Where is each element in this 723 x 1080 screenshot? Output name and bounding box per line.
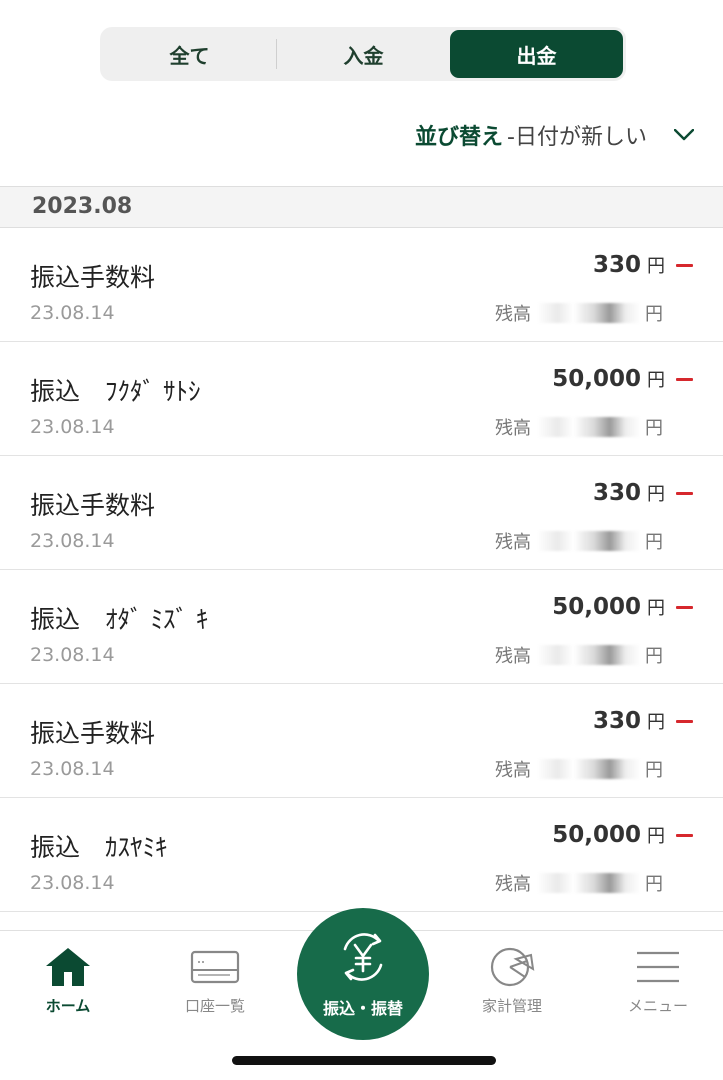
transaction-row[interactable]: 振込 ﾌｸﾀﾞ ｻﾄｼ 23.08.14 50,000 円 残高円 xyxy=(0,342,723,456)
balance-redacted xyxy=(537,417,641,437)
transaction-amount: 330 円 xyxy=(592,252,665,278)
minus-icon xyxy=(676,720,693,723)
minus-icon xyxy=(676,264,693,267)
transaction-list: 振込手数料 23.08.14 330 円 残高円 振込 ﾌｸﾀﾞ ｻﾄｼ 23.0… xyxy=(0,228,723,912)
transaction-row[interactable]: 振込手数料 23.08.14 330 円 残高円 xyxy=(0,228,723,342)
hamburger-menu-icon xyxy=(598,945,718,989)
tab-accounts[interactable]: 口座一覧 xyxy=(155,945,275,1016)
minus-icon xyxy=(676,492,693,495)
transaction-amount: 50,000 円 xyxy=(552,822,665,848)
transaction-date: 23.08.14 xyxy=(30,530,115,552)
transaction-amount: 330 円 xyxy=(592,708,665,734)
balance: 残高円 xyxy=(495,303,663,325)
transaction-row[interactable]: 振込 ｶｽﾔﾐｷ 23.08.14 50,000 円 残高円 xyxy=(0,798,723,912)
tab-accounts-label: 口座一覧 xyxy=(184,997,245,1015)
sort-label: 並び替え xyxy=(415,125,504,150)
balance-redacted xyxy=(537,531,641,551)
balance-redacted xyxy=(537,645,641,665)
transaction-date: 23.08.14 xyxy=(30,302,115,324)
tab-budget-label: 家計管理 xyxy=(481,997,542,1015)
transaction-row[interactable]: 振込手数料 23.08.14 330 円 残高円 xyxy=(0,456,723,570)
transaction-name: 振込 ｵﾀﾞ ﾐｽﾞ ｷ xyxy=(30,605,209,634)
balance: 残高円 xyxy=(495,759,663,781)
tab-withdrawal[interactable]: 出金 xyxy=(450,30,623,78)
tab-menu-label: メニュー xyxy=(627,997,688,1015)
tab-deposit[interactable]: 入金 xyxy=(277,30,450,78)
card-icon xyxy=(155,945,275,989)
tab-budget[interactable]: 家計管理 xyxy=(452,945,572,1016)
transaction-name: 振込手数料 xyxy=(30,263,156,292)
home-icon xyxy=(8,945,128,989)
transaction-name: 振込手数料 xyxy=(30,491,156,520)
balance: 残高円 xyxy=(495,417,663,439)
tab-all[interactable]: 全て xyxy=(103,30,276,78)
tab-home-label: ホーム xyxy=(45,997,91,1015)
sort-value: -日付が新しい xyxy=(507,125,647,150)
transaction-date: 23.08.14 xyxy=(30,872,115,894)
balance-redacted xyxy=(537,759,641,779)
yen-transfer-icon xyxy=(333,929,393,989)
transaction-name: 振込 ｶｽﾔﾐｷ xyxy=(30,833,168,862)
transaction-amount: 330 円 xyxy=(592,480,665,506)
tab-menu[interactable]: メニュー xyxy=(598,945,718,1016)
pie-chart-icon xyxy=(452,945,572,989)
minus-icon xyxy=(676,834,693,837)
minus-icon xyxy=(676,606,693,609)
transfer-button-label: 振込・振替 xyxy=(322,999,403,1018)
transaction-date: 23.08.14 xyxy=(30,758,115,780)
transaction-date: 23.08.14 xyxy=(30,416,115,438)
transaction-name: 振込 ﾌｸﾀﾞ ｻﾄｼ xyxy=(30,377,201,406)
transaction-row[interactable]: 振込 ｵﾀﾞ ﾐｽﾞ ｷ 23.08.14 50,000 円 残高円 xyxy=(0,570,723,684)
balance: 残高円 xyxy=(495,645,663,667)
tab-home[interactable]: ホーム xyxy=(8,945,128,1016)
home-indicator xyxy=(232,1056,496,1065)
transaction-name: 振込手数料 xyxy=(30,719,156,748)
minus-icon xyxy=(676,378,693,381)
transaction-filter: 全て 入金 出金 xyxy=(100,27,626,81)
transaction-row[interactable]: 振込手数料 23.08.14 330 円 残高円 xyxy=(0,684,723,798)
transaction-date: 23.08.14 xyxy=(30,644,115,666)
chevron-down-icon xyxy=(673,124,695,146)
balance-redacted xyxy=(537,873,641,893)
sort-dropdown[interactable]: 並び替え -日付が新しい xyxy=(415,116,695,154)
transaction-amount: 50,000 円 xyxy=(552,594,665,620)
balance: 残高円 xyxy=(495,873,663,895)
month-header: 2023.08 xyxy=(0,186,723,228)
balance-redacted xyxy=(537,303,641,323)
balance: 残高円 xyxy=(495,531,663,553)
transaction-amount: 50,000 円 xyxy=(552,366,665,392)
transfer-button[interactable]: 振込・振替 xyxy=(297,908,429,1040)
